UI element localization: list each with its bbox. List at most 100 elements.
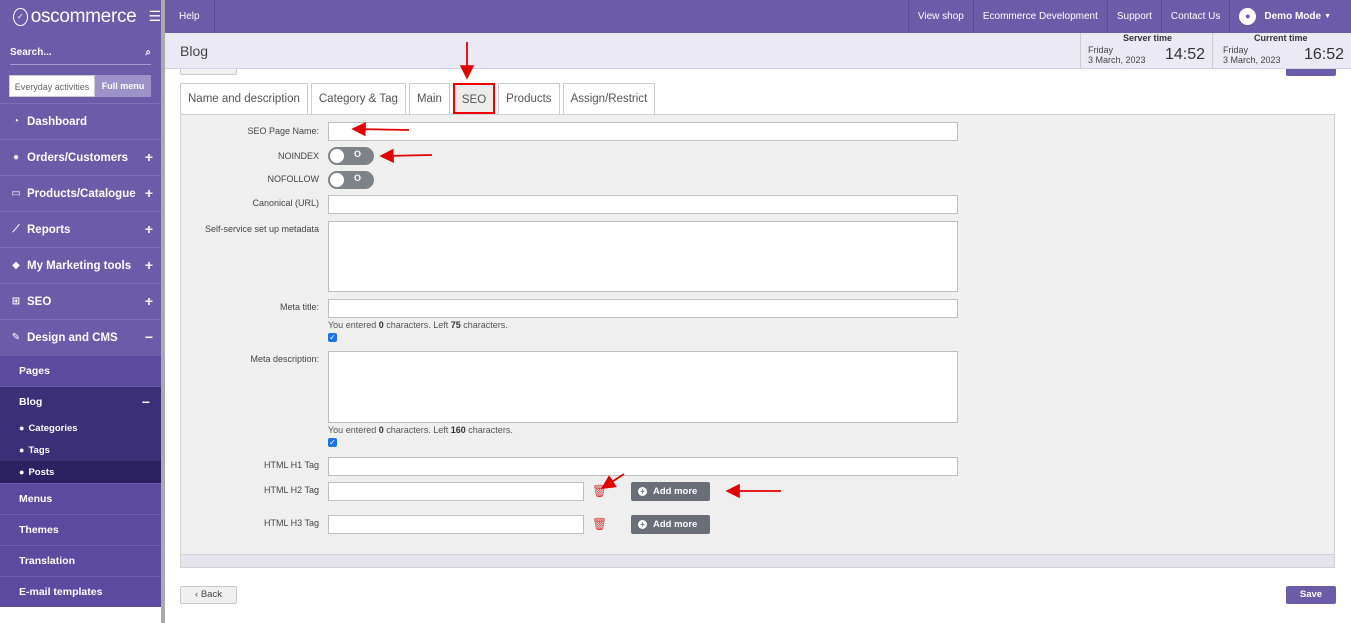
brand-logo[interactable]: oscommerce bbox=[31, 6, 137, 28]
h2-add-more-button[interactable]: + Add more bbox=[631, 482, 710, 501]
collapse-icon[interactable]: − bbox=[142, 394, 150, 410]
sidebar-item-reports[interactable]: ⟋ Reports + bbox=[0, 211, 161, 247]
ecommerce-development-link[interactable]: Ecommerce Development bbox=[972, 0, 1107, 33]
sidebar-scrollbar[interactable] bbox=[161, 0, 165, 623]
self-service-label: Self-service set up metadata bbox=[204, 224, 319, 234]
seo-form-panel: SEO Page Name: NOINDEX O NOFOLLOW O Cano… bbox=[180, 114, 1335, 568]
tab-seo[interactable]: SEO bbox=[452, 83, 496, 114]
h2-delete-icon[interactable]: 🗑 bbox=[592, 484, 607, 498]
hamburger-menu-icon[interactable]: ☰ bbox=[148, 8, 161, 25]
canonical-label: Canonical (URL) bbox=[252, 198, 319, 208]
contact-us-link[interactable]: Contact Us bbox=[1160, 0, 1229, 33]
sidebar-item-marketing-tools[interactable]: ◆ My Marketing tools + bbox=[0, 247, 161, 283]
sidebar-subitem-label: Blog bbox=[19, 396, 43, 408]
sidebar-subitem-label: Menus bbox=[19, 493, 53, 505]
seo-page-name-label: SEO Page Name: bbox=[247, 126, 319, 136]
sidebar-subitem-email-templates[interactable]: E-mail templates bbox=[0, 576, 161, 607]
sidebar-blog-categories[interactable]: ● Categories bbox=[0, 417, 161, 439]
search-input[interactable]: Search... ⌕ bbox=[10, 41, 151, 65]
hint-text: characters. bbox=[460, 320, 508, 330]
tab-bar: Name and description Category & Tag Main… bbox=[180, 83, 658, 114]
current-date: 3 March, 2023 bbox=[1223, 55, 1281, 65]
logo-bar: ✓ oscommerce ☰ bbox=[0, 0, 161, 33]
tab-main[interactable]: Main bbox=[408, 83, 450, 114]
meta-title-input[interactable] bbox=[328, 299, 958, 318]
sidebar-item-design-cms[interactable]: ✎ Design and CMS − bbox=[0, 319, 161, 355]
user-icon: ● bbox=[1239, 8, 1257, 25]
user-menu[interactable]: ● Demo Mode ▼ bbox=[1229, 0, 1351, 33]
sidebar-blog-posts[interactable]: ● Posts bbox=[0, 461, 161, 483]
meta-description-textarea[interactable] bbox=[328, 351, 958, 423]
search-icon[interactable]: ⌕ bbox=[145, 47, 151, 58]
sidebar-subitem-themes[interactable]: Themes bbox=[0, 514, 161, 545]
canonical-input[interactable] bbox=[328, 195, 958, 214]
toggle-knob bbox=[330, 173, 344, 187]
sidebar-subitem-translation[interactable]: Translation bbox=[0, 545, 161, 576]
view-shop-link[interactable]: View shop bbox=[907, 0, 973, 33]
h3-add-more-button[interactable]: + Add more bbox=[631, 515, 710, 534]
hint-text: characters. bbox=[465, 425, 513, 435]
expand-icon[interactable]: + bbox=[145, 149, 153, 165]
meta-title-counter: You entered 0 characters. Left 75 charac… bbox=[328, 320, 508, 330]
h3-input[interactable] bbox=[328, 515, 584, 534]
sidebar-item-dashboard[interactable]: ◔ Dashboard bbox=[0, 103, 161, 139]
sidebar-blog-tags[interactable]: ● Tags bbox=[0, 439, 161, 461]
noindex-label: NOINDEX bbox=[277, 151, 319, 161]
sidebar-item-seo[interactable]: ⊞ SEO + bbox=[0, 283, 161, 319]
back-button-top[interactable] bbox=[180, 69, 237, 75]
expand-icon[interactable]: + bbox=[145, 185, 153, 201]
hint-text: You entered bbox=[328, 425, 379, 435]
noindex-toggle[interactable]: O bbox=[328, 147, 374, 165]
back-button[interactable]: ‹ Back bbox=[180, 586, 237, 604]
sidebar-item-label: Orders/Customers bbox=[27, 151, 128, 164]
seo-page-name-input[interactable] bbox=[328, 122, 958, 141]
dashboard-icon: ◔ bbox=[12, 116, 20, 127]
meta-description-counter: You entered 0 characters. Left 160 chara… bbox=[328, 425, 513, 435]
chart-icon: ⟋ bbox=[12, 224, 20, 235]
h3-delete-icon[interactable]: 🗑 bbox=[592, 517, 607, 531]
current-time-label: Current time bbox=[1254, 33, 1308, 43]
sidebar-item-label: Design and CMS bbox=[27, 331, 118, 344]
sidebar-item-products-catalogue[interactable]: ▭ Products/Catalogue + bbox=[0, 175, 161, 211]
h1-label: HTML H1 Tag bbox=[263, 460, 319, 470]
save-button[interactable]: Save bbox=[1286, 586, 1336, 604]
tab-assign-restrict[interactable]: Assign/Restrict bbox=[562, 83, 656, 114]
server-date: 3 March, 2023 bbox=[1088, 55, 1146, 65]
tab-name-description[interactable]: Name and description bbox=[180, 83, 308, 114]
panel-footer bbox=[181, 554, 1334, 567]
h2-input[interactable] bbox=[328, 482, 584, 501]
nofollow-toggle[interactable]: O bbox=[328, 171, 374, 189]
server-time-label: Server time bbox=[1123, 33, 1173, 43]
everyday-activities-button[interactable]: Everyday activities bbox=[9, 75, 95, 97]
expand-icon[interactable]: + bbox=[145, 221, 153, 237]
sidebar-subitem-menus[interactable]: Menus bbox=[0, 483, 161, 514]
full-menu-button[interactable]: Full menu bbox=[95, 75, 151, 97]
expand-icon[interactable]: + bbox=[145, 293, 153, 309]
nofollow-label: NOFOLLOW bbox=[267, 174, 319, 184]
toggle-state: O bbox=[354, 173, 362, 183]
expand-icon[interactable]: + bbox=[145, 257, 153, 273]
support-link[interactable]: Support bbox=[1106, 0, 1161, 33]
meta-title-checkbox[interactable]: ✓ bbox=[328, 333, 337, 342]
meta-description-checkbox[interactable]: ✓ bbox=[328, 438, 337, 447]
search-label: Search... bbox=[10, 47, 52, 58]
save-button-top[interactable] bbox=[1286, 69, 1336, 76]
sidebar-subitem-pages[interactable]: Pages bbox=[0, 355, 161, 386]
self-service-textarea[interactable] bbox=[328, 221, 958, 292]
sidebar: ✓ oscommerce ☰ Search... ⌕ Everyday acti… bbox=[0, 0, 161, 623]
users-icon: ● bbox=[12, 152, 20, 163]
sidebar-item-orders-customers[interactable]: ● Orders/Customers + bbox=[0, 139, 161, 175]
tab-products[interactable]: Products bbox=[498, 83, 560, 114]
sidebar-item-label: Reports bbox=[27, 223, 71, 236]
sidebar-blog-label: Posts bbox=[28, 466, 55, 478]
sidebar-subitem-blog[interactable]: Blog − bbox=[0, 386, 161, 417]
help-link[interactable]: Help bbox=[165, 0, 215, 33]
tab-category-tag[interactable]: Category & Tag bbox=[310, 83, 406, 114]
collapse-icon[interactable]: − bbox=[145, 329, 153, 345]
plus-icon: + bbox=[638, 487, 647, 496]
tag-icon: ◆ bbox=[12, 260, 20, 271]
toggle-state: O bbox=[354, 149, 362, 159]
user-name: Demo Mode bbox=[1264, 11, 1322, 22]
h1-input[interactable] bbox=[328, 457, 958, 476]
hint-text: You entered bbox=[328, 320, 379, 330]
